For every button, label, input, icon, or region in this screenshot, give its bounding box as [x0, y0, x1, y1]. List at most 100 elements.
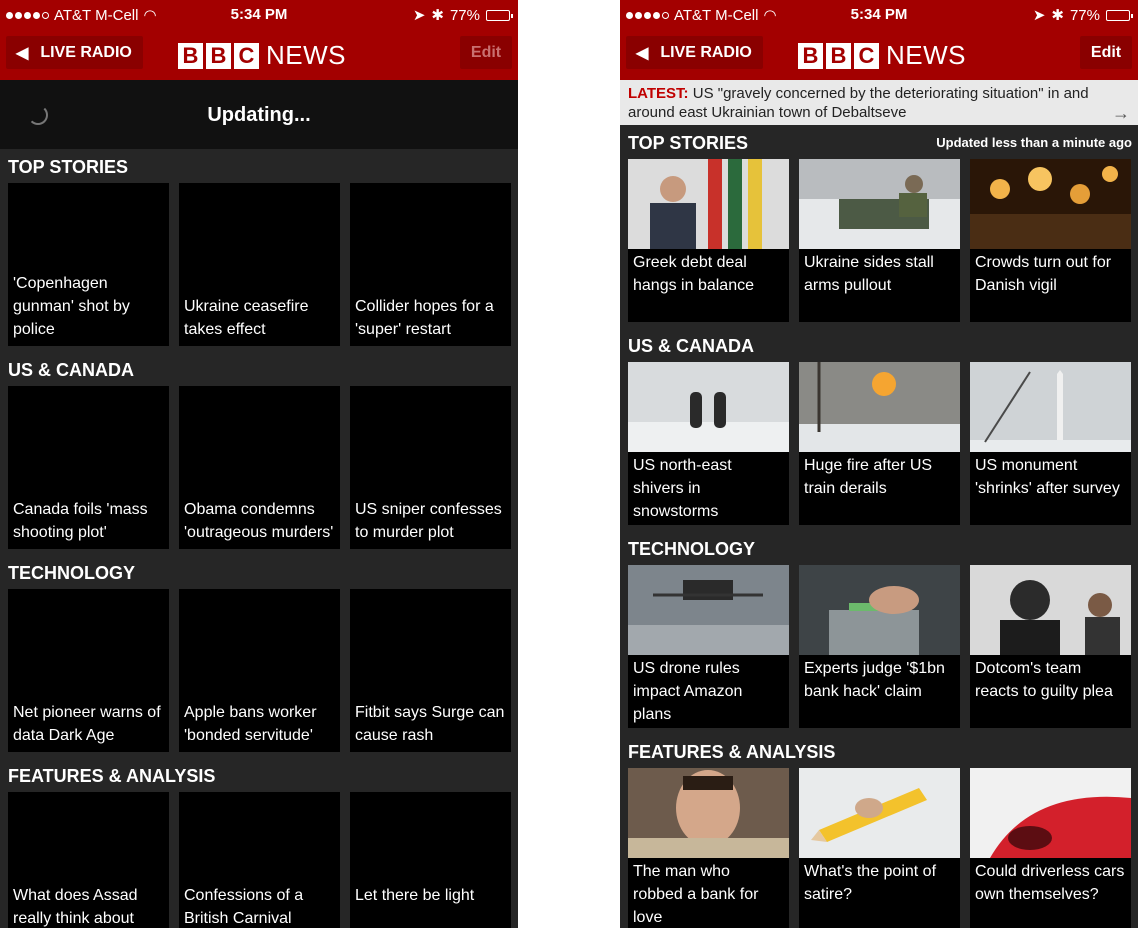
logo-letter: C [854, 42, 879, 69]
story-card[interactable]: Could driverless cars own themselves? [970, 768, 1131, 928]
bluetooth-icon: ✱ [1051, 7, 1064, 24]
story-headline: Greek debt deal hangs in balance [633, 254, 754, 294]
story-card[interactable]: Let there be light [350, 792, 511, 928]
story-card[interactable]: Canada foils 'mass shooting plot' [8, 386, 169, 549]
section-features-analysis: FEATURES & ANALYSIS The man who robbed a… [620, 734, 1138, 928]
story-card[interactable]: Apple bans worker 'bonded servitude' [179, 589, 340, 752]
location-icon: ➤ [412, 7, 426, 24]
story-card[interactable]: What's the point of satire? [799, 768, 960, 928]
section-us-canada: US & CANADA US north-east shivers in sno… [620, 328, 1138, 525]
story-card[interactable]: What does Assad really think about [8, 792, 169, 928]
section-technology: TECHNOLOGY US drone rules impact Amazon … [620, 531, 1138, 728]
battery-percent: 77% [449, 6, 480, 24]
section-title[interactable]: US & CANADA [0, 352, 518, 386]
section-title[interactable]: TECHNOLOGY [0, 555, 518, 589]
section-top-stories: TOP STORIES Updated less than a minute a… [620, 125, 1138, 322]
story-card[interactable]: Huge fire after US train derails [799, 362, 960, 525]
live-radio-label: LIVE RADIO [40, 43, 132, 61]
story-card[interactable]: US north-east shivers in snowstorms [628, 362, 789, 525]
battery-percent: 77% [1069, 6, 1100, 24]
story-headline: Let there be light [355, 887, 475, 904]
story-headline: Ukraine sides stall arms pullout [804, 254, 934, 294]
section-title[interactable]: FEATURES & ANALYSIS [0, 758, 518, 792]
battery-icon [1106, 9, 1133, 21]
story-headline: What does Assad really think about [13, 887, 138, 927]
logo-letter: B [826, 42, 851, 69]
phone-screen-updating: AT&T M-Cell ◠ 5:34 PM ➤ ✱ 77% ◀ LIVE RAD… [0, 0, 518, 928]
story-thumbnail [970, 159, 1131, 249]
story-thumbnail [970, 565, 1131, 655]
latest-tag: LATEST: [628, 85, 689, 102]
story-headline: Ukraine ceasefire takes effect [184, 298, 309, 338]
nav-bar: ◀ LIVE RADIO B B C NEWS Edit [0, 28, 518, 80]
section-title[interactable]: TECHNOLOGY [620, 531, 1138, 565]
section-top-stories: TOP STORIES 'Copenhagen gunman' shot by … [0, 149, 518, 346]
story-headline: Collider hopes for a 'super' restart [355, 298, 494, 338]
logo-letter: B [798, 42, 823, 69]
speaker-icon: ◀ [16, 44, 29, 62]
location-icon: ➤ [1032, 7, 1046, 24]
section-features-analysis: FEATURES & ANALYSIS What does Assad real… [0, 758, 518, 928]
story-card[interactable]: Obama condemns 'outrageous murders' [179, 386, 340, 549]
story-headline: The man who robbed a bank for love [633, 863, 759, 926]
story-card[interactable]: US monument 'shrinks' after survey [970, 362, 1131, 525]
live-radio-button[interactable]: ◀ LIVE RADIO [6, 36, 143, 69]
section-title[interactable]: TOP STORIES [628, 133, 748, 153]
latest-text: US "gravely concerned by the deteriorati… [628, 85, 1089, 121]
story-card[interactable]: Confessions of a British Carnival [179, 792, 340, 928]
logo-letter: C [234, 42, 259, 69]
story-card[interactable]: Net pioneer warns of data Dark Age [8, 589, 169, 752]
status-right: ➤ ✱ 77% [1032, 6, 1133, 24]
live-radio-label: LIVE RADIO [660, 43, 752, 61]
story-card[interactable]: US sniper confesses to murder plot [350, 386, 511, 549]
section-title[interactable]: FEATURES & ANALYSIS [620, 734, 1138, 768]
updated-note: Updated less than a minute ago [936, 135, 1132, 150]
story-card[interactable]: 'Copenhagen gunman' shot by police [8, 183, 169, 346]
story-headline: Could driverless cars own themselves? [975, 863, 1125, 903]
live-radio-button[interactable]: ◀ LIVE RADIO [626, 36, 763, 69]
story-card[interactable]: Greek debt deal hangs in balance [628, 159, 789, 322]
story-headline: Dotcom's team reacts to guilty plea [975, 660, 1113, 700]
logo-letter: B [178, 42, 203, 69]
story-headline: Obama condemns 'outrageous murders' [184, 501, 334, 541]
edit-button[interactable]: Edit [1080, 36, 1132, 69]
story-thumbnail [799, 565, 960, 655]
story-headline: Crowds turn out for Danish vigil [975, 254, 1112, 294]
story-card[interactable]: Ukraine ceasefire takes effect [179, 183, 340, 346]
story-thumbnail [628, 159, 789, 249]
battery-icon [486, 9, 513, 21]
story-headline: Experts judge '$1bn bank hack' claim [804, 660, 945, 700]
story-card[interactable]: Dotcom's team reacts to guilty plea [970, 565, 1131, 728]
story-card[interactable]: Ukraine sides stall arms pullout [799, 159, 960, 322]
story-card[interactable]: Fitbit says Surge can cause rash [350, 589, 511, 752]
story-headline: US north-east shivers in snowstorms [633, 457, 732, 520]
story-headline: Net pioneer warns of data Dark Age [13, 704, 161, 744]
latest-news-banner[interactable]: LATEST: US "gravely concerned by the det… [620, 80, 1138, 125]
bluetooth-icon: ✱ [431, 7, 444, 24]
status-bar: AT&T M-Cell ◠ 5:34 PM ➤ ✱ 77% [620, 0, 1138, 28]
story-card[interactable]: The man who robbed a bank for love [628, 768, 789, 928]
story-card[interactable]: Collider hopes for a 'super' restart [350, 183, 511, 346]
story-thumbnail [799, 362, 960, 452]
section-title[interactable]: TOP STORIES [0, 149, 518, 183]
phone-screen-loaded: AT&T M-Cell ◠ 5:34 PM ➤ ✱ 77% ◀ LIVE RAD… [620, 0, 1138, 928]
story-headline: Fitbit says Surge can cause rash [355, 704, 505, 744]
story-card[interactable]: Crowds turn out for Danish vigil [970, 159, 1131, 322]
story-headline: US drone rules impact Amazon plans [633, 660, 743, 723]
status-right: ➤ ✱ 77% [412, 6, 513, 24]
story-thumbnail [970, 362, 1131, 452]
section-header: TOP STORIES Updated less than a minute a… [620, 125, 1138, 159]
story-thumbnail [970, 768, 1131, 858]
story-thumbnail [628, 768, 789, 858]
bbc-news-logo: B B C NEWS [178, 40, 346, 71]
story-headline: What's the point of satire? [804, 863, 937, 903]
logo-letter: B [206, 42, 231, 69]
section-title[interactable]: US & CANADA [620, 328, 1138, 362]
edit-button[interactable]: Edit [460, 36, 512, 69]
story-headline: US monument 'shrinks' after survey [975, 457, 1120, 497]
story-card[interactable]: US drone rules impact Amazon plans [628, 565, 789, 728]
story-headline: Apple bans worker 'bonded servitude' [184, 704, 317, 744]
story-thumbnail [628, 362, 789, 452]
story-card[interactable]: Experts judge '$1bn bank hack' claim [799, 565, 960, 728]
updating-banner: Updating... [0, 80, 518, 149]
